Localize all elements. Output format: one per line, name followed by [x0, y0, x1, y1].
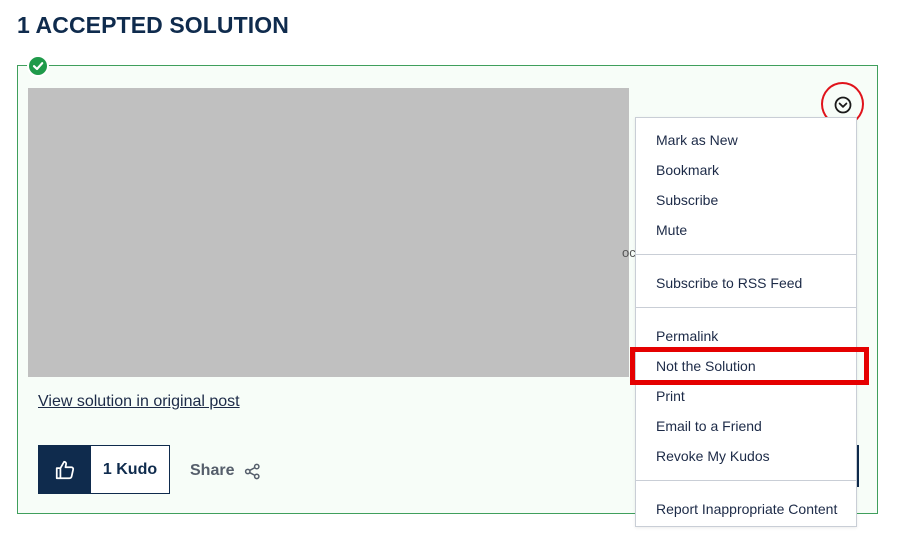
post-options-menu: Mark as New Bookmark Subscribe Mute Subs… — [635, 117, 857, 527]
view-original-post-link[interactable]: View solution in original post — [38, 393, 240, 411]
menu-item-not-the-solution[interactable]: Not the Solution — [656, 358, 756, 374]
share-label: Share — [190, 462, 235, 479]
menu-item-mark-as-new[interactable]: Mark as New — [656, 132, 738, 148]
menu-item-revoke-kudos[interactable]: Revoke My Kudos — [656, 448, 770, 464]
redacted-post-content — [28, 88, 629, 377]
menu-item-mute[interactable]: Mute — [656, 222, 687, 238]
menu-divider — [636, 254, 856, 255]
menu-divider — [636, 480, 856, 481]
share-icon — [245, 463, 261, 479]
kudo-count: 1 Kudo — [102, 460, 158, 478]
menu-item-subscribe-rss[interactable]: Subscribe to RSS Feed — [656, 275, 802, 291]
menu-item-permalink[interactable]: Permalink — [656, 328, 718, 344]
menu-item-report-content[interactable]: Report Inappropriate Content — [656, 501, 837, 517]
menu-item-print[interactable]: Print — [656, 388, 685, 404]
page-title: 1 ACCEPTED SOLUTION — [17, 12, 289, 38]
menu-divider — [636, 307, 856, 308]
chevron-down-circle-icon[interactable] — [833, 95, 853, 115]
thumbs-up-icon[interactable] — [39, 446, 91, 493]
menu-item-bookmark[interactable]: Bookmark — [656, 162, 719, 178]
share-button[interactable]: Share — [190, 462, 261, 480]
accepted-check-icon — [27, 55, 49, 77]
obscured-button-edge — [857, 445, 859, 487]
menu-item-subscribe[interactable]: Subscribe — [656, 192, 718, 208]
kudo-widget: 1 Kudo — [38, 445, 170, 494]
menu-item-email-friend[interactable]: Email to a Friend — [656, 418, 762, 434]
post-text-fragment: oc — [622, 245, 636, 260]
